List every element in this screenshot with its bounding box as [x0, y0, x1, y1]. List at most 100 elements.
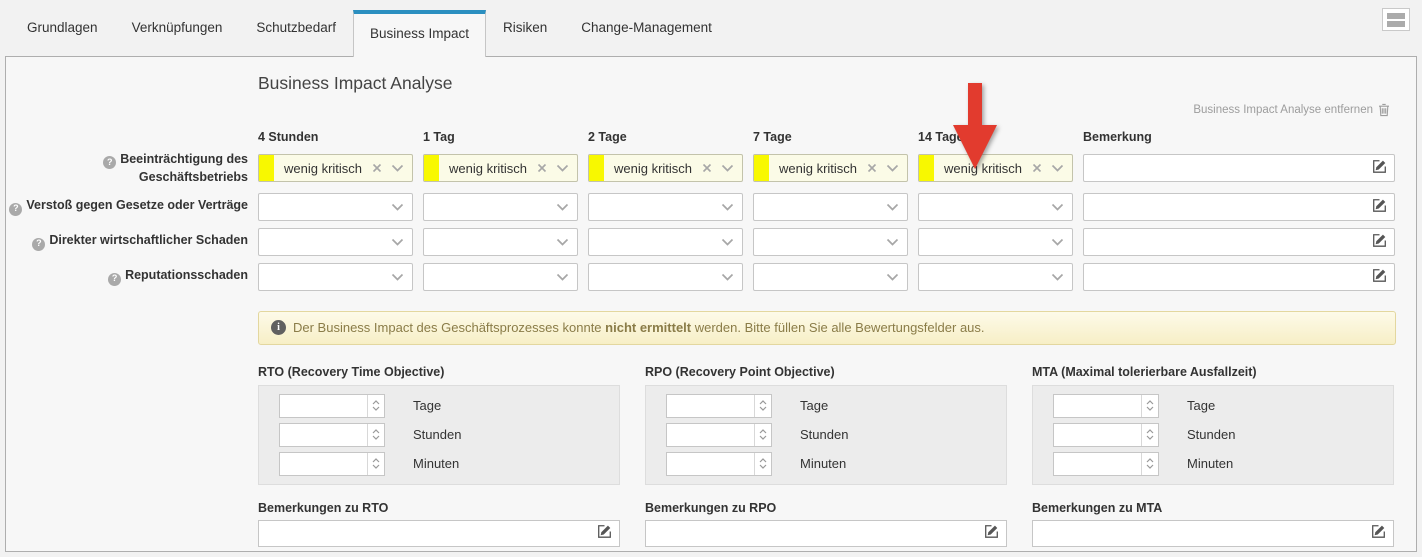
remark-input-r0[interactable] [1083, 154, 1395, 182]
chevron-down-icon[interactable] [556, 164, 569, 172]
spinner-buttons[interactable] [754, 395, 771, 417]
rto-tage-input[interactable] [279, 394, 385, 418]
chevron-down-icon[interactable] [391, 164, 404, 172]
impact-select-r0-1-tag[interactable]: wenig kritisch [423, 154, 578, 182]
warning-text: Der Business Impact des Geschäftsprozess… [293, 320, 985, 335]
rto-stunden-input[interactable] [279, 423, 385, 447]
spinner-buttons[interactable] [367, 395, 384, 417]
impact-select-r1-2-tage[interactable] [588, 193, 743, 221]
edit-icon[interactable] [984, 524, 999, 542]
column-header-2-tage: 2 Tage [588, 130, 743, 144]
rpo-remark-label: Bemerkungen zu RPO [645, 501, 1007, 515]
rpo-remark-input[interactable] [645, 520, 1007, 547]
chevron-up-icon [372, 458, 380, 463]
impact-select-r2-14-tage[interactable] [918, 228, 1073, 256]
chevron-down-icon [556, 203, 569, 211]
impact-select-r1-4-stunden[interactable] [258, 193, 413, 221]
impact-select-r1-1-tag[interactable] [423, 193, 578, 221]
chevron-down-icon[interactable] [721, 164, 734, 172]
clear-icon[interactable] [867, 163, 877, 173]
tab-schutzbedarf[interactable]: Schutzbedarf [239, 0, 353, 56]
impact-select-r3-2-tage[interactable] [588, 263, 743, 291]
tab-change-management[interactable]: Change-Management [564, 0, 729, 56]
mta-remark-input[interactable] [1032, 520, 1394, 547]
impact-select-r0-7-tage[interactable]: wenig kritisch [753, 154, 908, 182]
tab-grundlagen[interactable]: Grundlagen [10, 0, 115, 56]
help-icon[interactable]: ? [32, 238, 45, 251]
rpo-tage-input[interactable] [666, 394, 772, 418]
spinner-buttons[interactable] [1141, 453, 1158, 475]
mta-tage-input[interactable] [1053, 394, 1159, 418]
remark-input-r3[interactable] [1083, 263, 1395, 291]
warning-message: i Der Business Impact des Geschäftsproze… [258, 311, 1396, 345]
impact-select-r2-4-stunden[interactable] [258, 228, 413, 256]
rto-minuten-input[interactable] [279, 452, 385, 476]
layout-toggle-button[interactable] [1382, 8, 1410, 31]
remark-input-r2[interactable] [1083, 228, 1395, 256]
unit-label-tage: Tage [413, 398, 441, 413]
layout-toggle-icon [1387, 21, 1405, 27]
row-label-text: Reputationsschaden [125, 268, 248, 282]
help-icon[interactable]: ? [9, 203, 22, 216]
edit-icon[interactable] [1372, 268, 1387, 286]
chevron-up-icon [1146, 400, 1154, 405]
mta-remark-label: Bemerkungen zu MTA [1032, 501, 1394, 515]
chevron-down-icon [556, 273, 569, 281]
selected-value: wenig kritisch [449, 161, 537, 176]
impact-select-r3-1-tag[interactable] [423, 263, 578, 291]
help-icon[interactable]: ? [103, 156, 116, 169]
edit-icon[interactable] [597, 524, 612, 542]
mta-stunden-input[interactable] [1053, 423, 1159, 447]
help-icon[interactable]: ? [108, 273, 121, 286]
remark-input-r1[interactable] [1083, 193, 1395, 221]
chevron-down-icon [372, 435, 380, 440]
warning-text-prefix: Der Business Impact des Geschäftsprozess… [293, 320, 605, 335]
spinner-buttons[interactable] [754, 453, 771, 475]
impact-select-r3-14-tage[interactable] [918, 263, 1073, 291]
edit-icon[interactable] [1371, 524, 1386, 542]
impact-select-r2-7-tage[interactable] [753, 228, 908, 256]
rpo-stunden-input[interactable] [666, 423, 772, 447]
chevron-down-icon[interactable] [886, 164, 899, 172]
impact-select-r1-14-tage[interactable] [918, 193, 1073, 221]
spinner-buttons[interactable] [1141, 395, 1158, 417]
chevron-down-icon [372, 464, 380, 469]
edit-icon[interactable] [1372, 159, 1387, 177]
chevron-down-icon[interactable] [1051, 164, 1064, 172]
mta-minuten-input[interactable] [1053, 452, 1159, 476]
impact-select-r3-7-tage[interactable] [753, 263, 908, 291]
impact-select-r0-2-tage[interactable]: wenig kritisch [588, 154, 743, 182]
clear-icon[interactable] [537, 163, 547, 173]
info-icon: i [271, 320, 286, 335]
rating-color-swatch [424, 155, 439, 181]
impact-select-r3-4-stunden[interactable] [258, 263, 413, 291]
spinner-buttons[interactable] [367, 424, 384, 446]
row-label-wirtschaftlicher-schaden: ?Direkter wirtschaftlicher Schaden [32, 232, 248, 250]
rto-remark-input[interactable] [258, 520, 620, 547]
rpo-section: RPO (Recovery Point Objective) Tage Stun… [645, 365, 1007, 547]
tab-business-impact[interactable]: Business Impact [353, 10, 486, 57]
chevron-up-icon [372, 429, 380, 434]
chevron-down-icon [886, 273, 899, 281]
clear-icon[interactable] [372, 163, 382, 173]
remove-bia-link[interactable]: Business Impact Analyse entfernen [1193, 103, 1390, 117]
spinner-buttons[interactable] [754, 424, 771, 446]
column-header-7-tage: 7 Tage [753, 130, 908, 144]
clear-icon[interactable] [702, 163, 712, 173]
tab-verknuepfungen[interactable]: Verknüpfungen [115, 0, 240, 56]
spinner-buttons[interactable] [367, 453, 384, 475]
spinner-buttons[interactable] [1141, 424, 1158, 446]
impact-select-r0-4-stunden[interactable]: wenig kritisch [258, 154, 413, 182]
selected-value: wenig kritisch [779, 161, 867, 176]
chevron-down-icon [759, 406, 767, 411]
clear-icon[interactable] [1032, 163, 1042, 173]
tab-risiken[interactable]: Risiken [486, 0, 564, 56]
impact-select-r2-1-tag[interactable] [423, 228, 578, 256]
edit-icon[interactable] [1372, 233, 1387, 251]
edit-icon[interactable] [1372, 198, 1387, 216]
impact-select-r2-2-tage[interactable] [588, 228, 743, 256]
mta-box: Tage Stunden Minuten [1032, 385, 1394, 485]
impact-select-r1-7-tage[interactable] [753, 193, 908, 221]
rpo-minuten-input[interactable] [666, 452, 772, 476]
chevron-down-icon [721, 238, 734, 246]
